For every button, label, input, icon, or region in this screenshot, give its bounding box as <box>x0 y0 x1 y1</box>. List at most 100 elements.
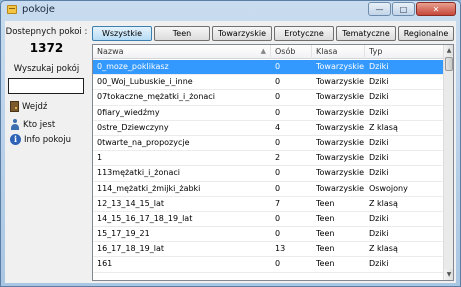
room-info-button[interactable]: i Info pokoju <box>10 134 71 145</box>
scroll-thumb[interactable] <box>445 57 453 71</box>
minimize-button[interactable]: — <box>368 2 391 16</box>
who-is-in-button[interactable]: Kto jest <box>10 119 55 130</box>
table-row[interactable]: 0fiary_wiedźmy 0 Towarzyskie Dziki <box>93 106 444 121</box>
cell-class: Towarzyskie <box>316 107 365 117</box>
cell-name: 15_17_19_21 <box>97 229 150 239</box>
maximize-button[interactable]: □ <box>392 2 415 16</box>
column-header-people[interactable]: Osób <box>271 45 312 59</box>
enter-room-button[interactable]: Wejdź <box>10 101 47 112</box>
scroll-up-icon[interactable]: ▲ <box>444 45 453 56</box>
cell-name: 0fiary_wiedźmy <box>97 107 160 117</box>
table-row[interactable]: 1 2 Towarzyskie Dziki <box>93 151 444 167</box>
cell-people: 0 <box>275 229 281 239</box>
tab-tematyczne[interactable]: Tematyczne <box>336 26 396 41</box>
door-icon <box>10 101 19 112</box>
cell-type: Z klasą <box>369 198 398 208</box>
cell-name: 161 <box>97 259 113 269</box>
window-title: pokoje <box>22 4 55 15</box>
table-row[interactable]: 161 0 Teen Dziki <box>93 257 444 273</box>
cell-type: Dziki <box>369 92 389 102</box>
cell-name: 07tokaczne_mężatki_i_żonaci <box>97 92 215 102</box>
room-info-label: Info pokoju <box>24 134 71 145</box>
column-header-class[interactable]: Klasa <box>312 45 365 59</box>
cell-name: 16_17_18_19_lat <box>97 244 164 254</box>
cell-name: 0twarte_na_propozycje <box>97 137 190 147</box>
cell-name: 0stre_Dziewczyny <box>97 122 169 132</box>
app-window: pokoje — □ ✕ Dostepnych pokoi : 13 7 2 Wys… <box>0 0 461 287</box>
cell-name: 113mężatki_i_żonaci <box>97 168 180 178</box>
table-body: 0_moze_poklikasz 0 Towarzyskie Dziki 00_Woj_… <box>93 60 444 273</box>
cell-name: 14_15_16_17_18_19_lat <box>97 213 193 223</box>
title-bar[interactable]: pokoje — □ ✕ <box>1 1 460 19</box>
cell-people: 13 <box>275 244 286 254</box>
column-header-name-label: Nazwa <box>97 47 124 56</box>
cell-name: 1 <box>97 153 103 163</box>
cell-type: Dziki <box>369 168 389 178</box>
table-row[interactable]: 16_17_18_19_lat 13 Teen Z klasą <box>93 242 444 258</box>
cell-class: Towarzyskie <box>316 92 365 102</box>
cell-class: Towarzyskie <box>316 137 365 147</box>
cell-type: Z klasą <box>369 122 398 132</box>
enter-room-label: Wejdź <box>22 101 48 112</box>
cell-people: 0 <box>275 92 281 102</box>
cell-class: Teen <box>316 213 335 223</box>
cell-people: 7 <box>275 198 281 208</box>
cell-people: 0 <box>275 213 281 223</box>
client-area: Dostepnych pokoi : 13 7 2 Wyszukaj pokój W… <box>5 21 456 283</box>
table-row[interactable]: 0twarte_na_propozycje 0 Towarzyskie Dziki <box>93 136 444 152</box>
tab-towarzyskie[interactable]: Towarzyskie <box>212 26 272 41</box>
table-row[interactable]: 114_mężatki_żmijki_żabki 0 Towarzyskie Oswo… <box>93 182 444 197</box>
vertical-scrollbar[interactable]: ▲ ▼ <box>443 45 453 280</box>
table-row[interactable]: 00_Woj_Lubuskie_i_inne 0 Towarzyskie Dziki <box>93 75 444 91</box>
column-header-type[interactable]: Typ <box>365 45 444 59</box>
table-row[interactable]: 0stre_Dziewczyny 4 Towarzyskie Z klasą <box>93 121 444 136</box>
tab-regionalne[interactable]: Regionalne <box>398 26 454 41</box>
sort-arrow-icon: ▲ <box>260 47 266 55</box>
column-header-name[interactable]: Nazwa ▲ <box>93 45 271 59</box>
cell-type: Z klasą <box>369 244 398 254</box>
cell-people: 0 <box>275 77 281 87</box>
cell-people: 0 <box>275 107 281 117</box>
cell-people: 2 <box>275 153 281 163</box>
table-row[interactable]: 113mężatki_i_żonaci 0 Towarzyskie Dziki <box>93 166 444 182</box>
person-icon <box>10 119 20 130</box>
cell-people: 0 <box>275 183 281 193</box>
cell-name: 12_13_14_15_lat <box>97 198 164 208</box>
table-row[interactable]: 07tokaczne_mężatki_i_żonaci 0 Towarzyskie D… <box>93 90 444 106</box>
cell-type: Dziki <box>369 107 389 117</box>
cell-class: Towarzyskie <box>316 122 365 132</box>
category-tabs: Wszystkie Teen Towarzyskie Erotyczne Tem… <box>92 26 454 42</box>
table-row[interactable]: 14_15_16_17_18_19_lat 0 Teen Dziki <box>93 212 444 228</box>
tab-wszystkie[interactable]: Wszystkie <box>92 26 152 41</box>
table-row[interactable]: 12_13_14_15_lat 7 Teen Z klasą <box>93 197 444 212</box>
cell-class: Teen <box>316 259 335 269</box>
table-header: Nazwa ▲ Osób Klasa Typ <box>93 45 444 59</box>
cell-type: Dziki <box>369 259 389 269</box>
cell-people: 0 <box>275 259 281 269</box>
table-row[interactable]: 0_moze_poklikasz 0 Towarzyskie Dziki <box>93 60 444 76</box>
info-icon: i <box>10 134 21 145</box>
cell-class: Towarzyskie <box>316 183 365 193</box>
cell-type: Dziki <box>369 62 389 71</box>
left-panel: Dostepnych pokoi : 1372 Wyszukaj pokój W… <box>5 21 88 283</box>
cell-people: 0 <box>275 168 281 178</box>
scroll-down-icon[interactable]: ▼ <box>444 269 453 280</box>
app-icon <box>7 5 17 14</box>
cell-people: 4 <box>275 122 281 132</box>
cell-class: Towarzyskie <box>316 62 365 71</box>
window-controls: — □ ✕ <box>368 2 456 16</box>
cell-name: 00_Woj_Lubuskie_i_inne <box>97 77 193 87</box>
cell-class: Teen <box>316 229 335 239</box>
cell-type: Dziki <box>369 153 389 163</box>
table-row[interactable]: 15_17_19_21 0 Teen Dziki <box>93 227 444 243</box>
search-input[interactable] <box>8 78 84 94</box>
who-is-in-label: Kto jest <box>23 119 56 130</box>
close-button[interactable]: ✕ <box>416 2 456 16</box>
cell-type: Dziki <box>369 213 389 223</box>
tab-teen[interactable]: Teen <box>154 26 210 41</box>
cell-class: Towarzyskie <box>316 77 365 87</box>
search-label: Wyszukaj pokój <box>13 64 80 74</box>
tab-erotyczne[interactable]: Erotyczne <box>274 26 334 41</box>
cell-name: 114_mężatki_żmijki_żabki <box>97 183 201 193</box>
rooms-count-label: Dostepnych pokoi : <box>5 27 88 37</box>
